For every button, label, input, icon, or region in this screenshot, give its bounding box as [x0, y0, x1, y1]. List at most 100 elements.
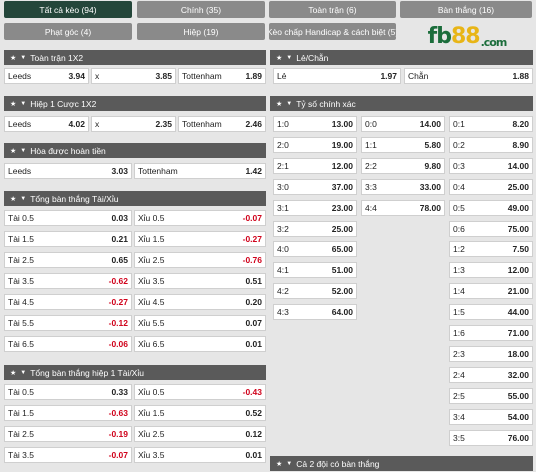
correct-score-cell[interactable]: 1:6 71.00 — [449, 325, 533, 341]
tab-handicap[interactable]: Kèo chấp Handicap & cách biệt (5) — [269, 23, 396, 40]
correct-score-cell[interactable]: 3:2 25.00 — [273, 220, 357, 237]
odds-over[interactable]: Tài 0.5 0.03 — [4, 210, 132, 226]
tab-main[interactable]: Chính (35) — [137, 1, 265, 18]
correct-score-cell[interactable]: 0:3 14.00 — [449, 157, 533, 174]
odds-under[interactable]: Xỉu 0.5 -0.07 — [134, 210, 266, 226]
tab-fulltime[interactable]: Toàn trận (6) — [269, 1, 396, 18]
correct-score-cell[interactable]: 4:3 64.00 — [273, 304, 357, 321]
odds-over[interactable]: Tài 5.5 -0.12 — [4, 315, 132, 331]
correct-score-cell[interactable]: 4:1 51.00 — [273, 262, 357, 279]
tab-all[interactable]: Tất cả kèo (94) — [4, 1, 132, 18]
odds-over[interactable]: Tài 6.5 -0.06 — [4, 336, 132, 352]
odds-value: 3.85 — [155, 71, 172, 81]
correct-score-cell[interactable]: 3:0 37.00 — [273, 178, 357, 195]
star-icon[interactable]: ★ — [10, 195, 16, 203]
odds-under[interactable]: Xỉu 1.5 -0.27 — [134, 231, 266, 247]
odds-under[interactable]: Xỉu 1.5 0.52 — [134, 405, 266, 421]
market-label: Xỉu 1.5 — [138, 408, 165, 418]
odds-away[interactable]: Tottenham 1.89 — [178, 68, 266, 84]
odds-over[interactable]: Tài 3.5 -0.07 — [4, 447, 132, 463]
correct-score-cell[interactable]: 2:3 18.00 — [449, 345, 533, 362]
odds-draw[interactable]: x 3.85 — [91, 68, 176, 84]
correct-score-cell[interactable]: 4:2 52.00 — [273, 283, 357, 300]
odds-under[interactable]: Xỉu 0.5 -0.43 — [134, 384, 266, 400]
section-header-fulltime-1x2[interactable]: ★ ▼ Toàn trận 1X2 — [4, 50, 266, 65]
odds-under[interactable]: Xỉu 3.5 0.01 — [134, 447, 266, 463]
odds-away[interactable]: Tottenham 2.46 — [178, 116, 266, 132]
odds-home[interactable]: Leeds 4.02 — [4, 116, 89, 132]
star-icon[interactable]: ★ — [10, 147, 16, 155]
chevron-down-icon: ▼ — [286, 100, 293, 107]
section-header-total-goals[interactable]: ★ ▼ Tổng bàn thắng Tài/Xỉu — [4, 191, 266, 206]
odds-value: 4.02 — [68, 119, 85, 129]
odds-under[interactable]: Xỉu 2.5 -0.76 — [134, 252, 266, 268]
odds-draw[interactable]: x 2.35 — [91, 116, 176, 132]
star-icon[interactable]: ★ — [276, 460, 282, 468]
odds-over[interactable]: Tài 3.5 -0.62 — [4, 273, 132, 289]
odds-value: 0.51 — [245, 276, 262, 286]
market-label: Xỉu 6.5 — [138, 339, 165, 349]
odds-value: 19.00 — [331, 139, 353, 150]
odds-under[interactable]: Xỉu 3.5 0.51 — [134, 273, 266, 289]
market-label: Tài 6.5 — [8, 339, 34, 349]
correct-score-cell[interactable]: 2:4 32.00 — [449, 366, 533, 383]
odds-under[interactable]: Xỉu 4.5 0.20 — [134, 294, 266, 310]
odds-over[interactable]: Tài 2.5 0.65 — [4, 252, 132, 268]
correct-score-cell[interactable]: 1:5 44.00 — [449, 304, 533, 321]
odds-value: 3.03 — [111, 166, 128, 176]
correct-score-cell[interactable]: 0:1 8.20 — [449, 116, 533, 132]
odds-value: 0.52 — [245, 408, 262, 418]
odds-over[interactable]: Tài 1.5 0.21 — [4, 231, 132, 247]
odds-value: 8.90 — [512, 139, 529, 150]
star-icon[interactable]: ★ — [276, 100, 282, 108]
correct-score-cell[interactable]: 0:6 75.00 — [449, 220, 533, 237]
odds-under[interactable]: Xỉu 6.5 0.01 — [134, 336, 266, 352]
correct-score-cell[interactable]: 0:2 8.90 — [449, 136, 533, 153]
correct-score-cell[interactable]: 3:5 76.00 — [449, 429, 533, 446]
correct-score-cell[interactable]: 3:1 23.00 — [273, 199, 357, 216]
odds-over[interactable]: Tài 2.5 -0.19 — [4, 426, 132, 442]
correct-score-cell[interactable]: 2:1 12.00 — [273, 157, 357, 174]
section-header-correct-score[interactable]: ★ ▼ Tỷ số chính xác — [270, 96, 533, 111]
tab-half[interactable]: Hiệp (19) — [137, 23, 265, 40]
correct-score-cell[interactable]: 4:4 78.00 — [361, 199, 445, 216]
odds-away[interactable]: Tottenham 1.42 — [134, 163, 266, 179]
tab-goals[interactable]: Bàn thắng (16) — [400, 1, 532, 18]
draw-label: x — [95, 119, 100, 129]
section-header-total-goals-h1[interactable]: ★ ▼ Tổng bàn thắng hiệp 1 Tài/Xỉu — [4, 365, 266, 380]
correct-score-cell[interactable]: 2:0 19.00 — [273, 136, 357, 153]
odds-over[interactable]: Tài 0.5 0.33 — [4, 384, 132, 400]
chevron-down-icon: ▼ — [20, 54, 27, 61]
correct-score-cell[interactable]: 1:2 7.50 — [449, 241, 533, 258]
star-icon[interactable]: ★ — [10, 54, 16, 62]
correct-score-cell[interactable]: 2:2 9.80 — [361, 157, 445, 174]
correct-score-cell[interactable]: 0:5 49.00 — [449, 199, 533, 216]
odds-over[interactable]: Tài 1.5 -0.63 — [4, 405, 132, 421]
odds-even[interactable]: Chẵn 1.88 — [404, 68, 533, 84]
section-header-odd-even[interactable]: ★ ▼ Lẻ/Chẵn — [270, 50, 533, 65]
correct-score-cell[interactable]: 3:4 54.00 — [449, 408, 533, 425]
odds-odd[interactable]: Lẻ 1.97 — [273, 68, 401, 84]
odds-home[interactable]: Leeds 3.94 — [4, 68, 89, 84]
odds-under[interactable]: Xỉu 5.5 0.07 — [134, 315, 266, 331]
odds-under[interactable]: Xỉu 2.5 0.12 — [134, 426, 266, 442]
star-icon[interactable]: ★ — [10, 369, 16, 377]
tab-corners[interactable]: Phạt góc (4) — [4, 23, 132, 40]
correct-score-cell[interactable]: 0:4 25.00 — [449, 178, 533, 195]
correct-score-cell[interactable]: 1:3 12.00 — [449, 262, 533, 279]
odds-value: 8.20 — [512, 119, 529, 129]
correct-score-cell[interactable]: 1:0 13.00 — [273, 116, 357, 132]
odds-over[interactable]: Tài 4.5 -0.27 — [4, 294, 132, 310]
star-icon[interactable]: ★ — [10, 100, 16, 108]
section-header-draw-no-bet[interactable]: ★ ▼ Hòa được hoàn tiền — [4, 143, 266, 158]
correct-score-cell[interactable]: 1:1 5.80 — [361, 136, 445, 153]
correct-score-cell[interactable]: 1:4 21.00 — [449, 283, 533, 300]
correct-score-cell[interactable]: 2:5 55.00 — [449, 387, 533, 404]
correct-score-cell[interactable]: 0:0 14.00 — [361, 116, 445, 132]
odds-home[interactable]: Leeds 3.03 — [4, 163, 132, 179]
star-icon[interactable]: ★ — [276, 54, 282, 62]
section-header-both-score[interactable]: ★ ▼ Cả 2 đội có bàn thắng — [270, 456, 533, 471]
section-header-half1-1x2[interactable]: ★ ▼ Hiệp 1 Cược 1X2 — [4, 96, 266, 111]
correct-score-cell[interactable]: 4:0 65.00 — [273, 241, 357, 258]
correct-score-cell[interactable]: 3:3 33.00 — [361, 178, 445, 195]
